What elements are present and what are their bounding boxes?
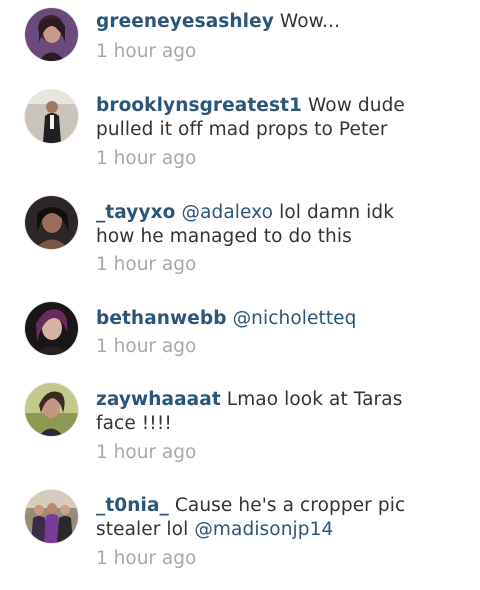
comment-body: greeneyesashley Wow...	[96, 10, 416, 34]
comment-mention[interactable]: @madisonjp14	[194, 519, 333, 540]
comment-username[interactable]: _t0nia_	[96, 495, 169, 516]
comments-list: greeneyesashley Wow... 1 hour ago brookl…	[0, 0, 480, 590]
profile-photo-icon	[25, 8, 78, 61]
comment-body: zaywhaaaat Lmao look at Taras face !!!!	[96, 388, 416, 436]
comment-body: brooklynsgreatest1 Wow dude pulled it of…	[96, 94, 416, 142]
avatar[interactable]	[25, 8, 78, 61]
comment-username[interactable]: greeneyesashley	[96, 11, 274, 32]
comment-body: _tayyxo @adalexo lol damn idk how he man…	[96, 201, 416, 249]
avatar[interactable]	[25, 196, 78, 249]
comment-username[interactable]: _tayyxo	[96, 202, 175, 223]
comment-mention[interactable]: @nicholetteq	[233, 308, 357, 329]
comment-text: Wow...	[279, 11, 341, 32]
avatar[interactable]	[25, 383, 78, 436]
profile-photo-icon	[25, 90, 78, 143]
avatar[interactable]	[25, 302, 78, 355]
profile-photo-icon	[25, 490, 78, 543]
comment-timestamp: 1 hour ago	[96, 254, 197, 275]
comment-timestamp: 1 hour ago	[96, 148, 197, 169]
comment-timestamp: 1 hour ago	[96, 548, 197, 569]
comment-username[interactable]: brooklynsgreatest1	[96, 95, 302, 116]
comment-username[interactable]: bethanwebb	[96, 308, 227, 329]
comment-body: bethanwebb @nicholetteq	[96, 307, 416, 331]
profile-photo-icon	[25, 302, 78, 355]
comment-mention[interactable]: @adalexo	[181, 202, 273, 223]
comment-body: _t0nia_ Cause he's a cropper pic stealer…	[96, 494, 416, 542]
avatar[interactable]	[25, 90, 78, 143]
profile-photo-icon	[25, 196, 78, 249]
comment-username[interactable]: zaywhaaaat	[96, 389, 221, 410]
comment-timestamp: 1 hour ago	[96, 336, 197, 357]
profile-photo-icon	[25, 383, 78, 436]
comment-timestamp: 1 hour ago	[96, 442, 197, 463]
avatar[interactable]	[25, 490, 78, 543]
comment-timestamp: 1 hour ago	[96, 41, 197, 62]
